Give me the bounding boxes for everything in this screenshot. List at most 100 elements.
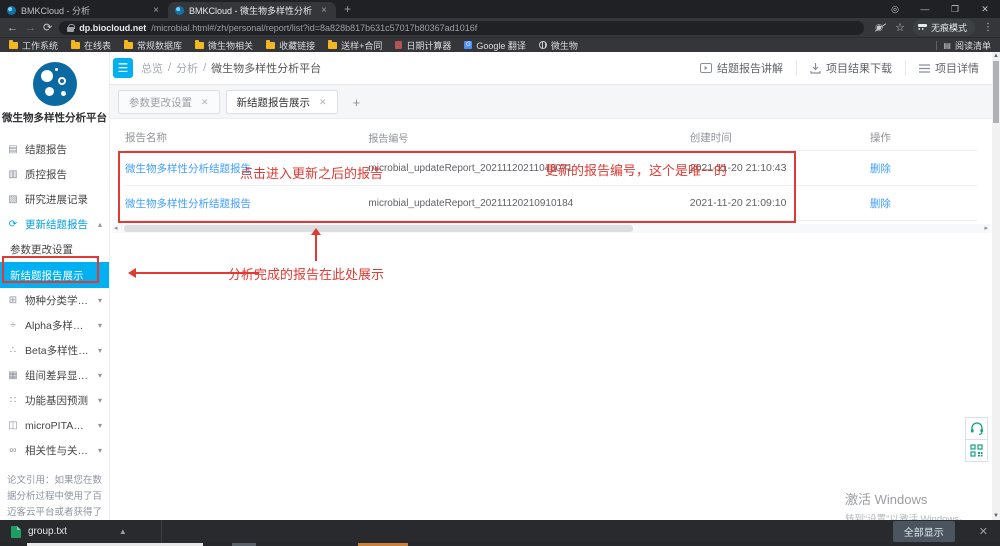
- app-header: ☰ 总览/ 分析/ 微生物多样性分析平台 结题报告讲解 项目结果下载 项目详情: [110, 52, 992, 85]
- bookmark-folder[interactable]: 工作系统: [9, 39, 58, 52]
- sidebar-item-beta-diversity[interactable]: ∴ Beta多样性分析 ▾: [0, 338, 109, 363]
- bookmark-folder[interactable]: 常规数据库: [124, 39, 182, 52]
- sidebar-item-group-difference[interactable]: ▦ 组间差异显著性分析 ▾: [0, 363, 109, 388]
- sidebar-item-update-report[interactable]: ⟳ 更新结题报告 ▴: [0, 212, 109, 237]
- bookmark-star-icon[interactable]: ☆: [895, 21, 905, 34]
- reload-icon[interactable]: ⟳: [43, 21, 52, 34]
- annotation-arrow-left: [135, 272, 259, 274]
- table-icon: ▦: [7, 370, 19, 381]
- chevron-down-icon: ▾: [98, 321, 102, 330]
- incognito-badge[interactable]: 无痕模式: [913, 19, 975, 36]
- grid-icon: ⊞: [7, 295, 19, 306]
- eye-off-icon[interactable]: [875, 23, 887, 33]
- scroll-down-icon[interactable]: ▼: [992, 513, 1000, 519]
- bookmark-folder[interactable]: 送样+合同: [328, 39, 382, 52]
- content-tabs: 参数更改设置 ✕ 新结题报告展示 ✕ +: [110, 85, 992, 119]
- delete-button[interactable]: 删除: [870, 196, 977, 211]
- bookmark-link[interactable]: GGoogle 翻译: [464, 39, 526, 52]
- restore-button[interactable]: ❐: [940, 0, 970, 18]
- qr-code-button[interactable]: [965, 439, 988, 462]
- url-path: /microbial.html#/zh/personal/report/list…: [151, 23, 477, 33]
- chevron-up-icon: ▴: [98, 220, 102, 229]
- bookmark-link[interactable]: 日期计算器: [395, 39, 451, 52]
- browser-menu-icon[interactable]: ⋮: [983, 22, 993, 33]
- browser-tab-analysis[interactable]: BMKCloud - 分析 ×: [0, 2, 168, 18]
- bmkcloud-favicon: [175, 6, 184, 15]
- forward-icon[interactable]: →: [25, 22, 36, 34]
- tab-close-icon[interactable]: ×: [319, 5, 329, 16]
- close-button[interactable]: ✕: [970, 0, 1000, 18]
- sidebar-item-progress-record[interactable]: ▧ 研究进展记录: [0, 187, 109, 212]
- minimize-button[interactable]: —: [910, 0, 940, 18]
- cluster-icon: ∷: [7, 395, 19, 406]
- url-bar[interactable]: dp.biocloud.net/microbial.html#/zh/perso…: [59, 21, 864, 35]
- reading-list-icon: ▤: [943, 41, 951, 50]
- divider: [161, 520, 162, 543]
- globe-icon: [539, 41, 547, 49]
- sidebar-item-alpha-diversity[interactable]: ÷ Alpha多样性分析 ▾: [0, 313, 109, 338]
- result-download-button[interactable]: 项目结果下载: [796, 60, 905, 76]
- tab-new-report-display[interactable]: 新结题报告展示 ✕: [226, 90, 338, 114]
- chevron-down-icon: ▾: [98, 396, 102, 405]
- profile-icon[interactable]: ◎: [880, 0, 910, 18]
- sidebar-item-correlation[interactable]: ∞ 相关性与关联分析 ▾: [0, 438, 109, 463]
- column-report-name: 报告名称: [125, 130, 368, 145]
- sidebar-item-taxonomy[interactable]: ⊞ 物种分类学分析 ▾: [0, 288, 109, 313]
- refresh-icon: ⟳: [7, 219, 19, 230]
- download-icon: [810, 63, 821, 74]
- folder-icon: [71, 42, 80, 49]
- breadcrumb: 总览/ 分析/ 微生物多样性分析平台: [141, 60, 321, 76]
- chevron-down-icon: ▾: [98, 446, 102, 455]
- bookmark-folder[interactable]: 微生物相关: [195, 39, 253, 52]
- sidebar-item-micropita[interactable]: ◫ microPITA分析 ▾: [0, 413, 109, 438]
- bookmark-folder[interactable]: 在线表: [71, 39, 111, 52]
- downloaded-file-name[interactable]: group.txt: [28, 526, 67, 537]
- platform-title: 微生物多样性分析平台: [0, 110, 109, 125]
- annotation-box-sidebar: [2, 256, 99, 283]
- bookmark-link[interactable]: 微生物: [539, 39, 578, 52]
- back-icon[interactable]: ←: [7, 22, 18, 34]
- horizontal-scrollbar[interactable]: ◂ ▸: [112, 224, 990, 233]
- add-tab-button[interactable]: +: [344, 90, 370, 114]
- folder-icon: [266, 42, 275, 49]
- folder-icon: [124, 42, 133, 49]
- browser-tab-microbial[interactable]: BMKCloud - 微生物多样性分析 ×: [168, 2, 336, 18]
- tab-close-icon[interactable]: ✕: [319, 97, 327, 108]
- breadcrumb-section[interactable]: 分析: [176, 60, 198, 76]
- scroll-up-icon[interactable]: ▲: [992, 53, 1000, 59]
- close-shelf-icon[interactable]: ✕: [979, 525, 988, 538]
- menu-toggle-button[interactable]: ☰: [113, 58, 133, 78]
- show-all-downloads-button[interactable]: 全部显示: [893, 521, 955, 542]
- annotation-arrow-up: [315, 234, 317, 261]
- breadcrumb-home[interactable]: 总览: [141, 60, 163, 76]
- table-header-row: 报告名称 报告编号 创建时间 操作: [125, 125, 977, 151]
- sidebar-item-gene-prediction[interactable]: ∷ 功能基因预测 ▾: [0, 388, 109, 413]
- customer-service-button[interactable]: [965, 417, 988, 440]
- column-create-time: 创建时间: [690, 130, 870, 145]
- download-shelf: group.txt ▲ 全部显示 ✕: [0, 520, 1000, 543]
- vertical-scrollbar[interactable]: ▲ ▼: [992, 52, 1000, 520]
- delete-button[interactable]: 删除: [870, 161, 977, 176]
- sidebar-item-qc-report[interactable]: ▥ 质控报告: [0, 162, 109, 187]
- headset-icon: [970, 422, 984, 435]
- scroll-left-icon[interactable]: ◂: [114, 224, 118, 233]
- chart-icon: ▧: [7, 194, 19, 205]
- scroll-right-icon[interactable]: ▸: [984, 224, 988, 233]
- tab-close-icon[interactable]: ✕: [201, 97, 209, 108]
- scrollbar-thumb[interactable]: [124, 225, 633, 232]
- tab-close-icon[interactable]: ×: [151, 5, 161, 16]
- tab-param-settings[interactable]: 参数更改设置 ✕: [118, 90, 220, 114]
- sidebar-item-final-report[interactable]: ▤ 结题报告: [0, 137, 109, 162]
- project-details-button[interactable]: 项目详情: [905, 60, 992, 76]
- bookmarks-bar: 工作系统 在线表 常规数据库 微生物相关 收藏链接 送样+合同 日期计算器 GG…: [0, 37, 1000, 52]
- new-tab-button[interactable]: +: [344, 2, 351, 16]
- translate-icon: G: [464, 41, 472, 49]
- chevron-up-icon[interactable]: ▲: [119, 527, 127, 536]
- sidebar-menu: ▤ 结题报告 ▥ 质控报告 ▧ 研究进展记录 ⟳ 更新结题报告 ▴ 参数更改设置…: [0, 137, 109, 463]
- browser-tabstrip: BMKCloud - 分析 × BMKCloud - 微生物多样性分析 × + …: [0, 0, 1000, 18]
- reading-list-button[interactable]: ▤阅读清单: [943, 39, 991, 52]
- bookmark-folder[interactable]: 收藏链接: [266, 39, 315, 52]
- report-explain-button[interactable]: 结题报告讲解: [687, 60, 796, 76]
- scrollbar-thumb[interactable]: [993, 61, 999, 123]
- breadcrumb-current: 微生物多样性分析平台: [211, 60, 321, 76]
